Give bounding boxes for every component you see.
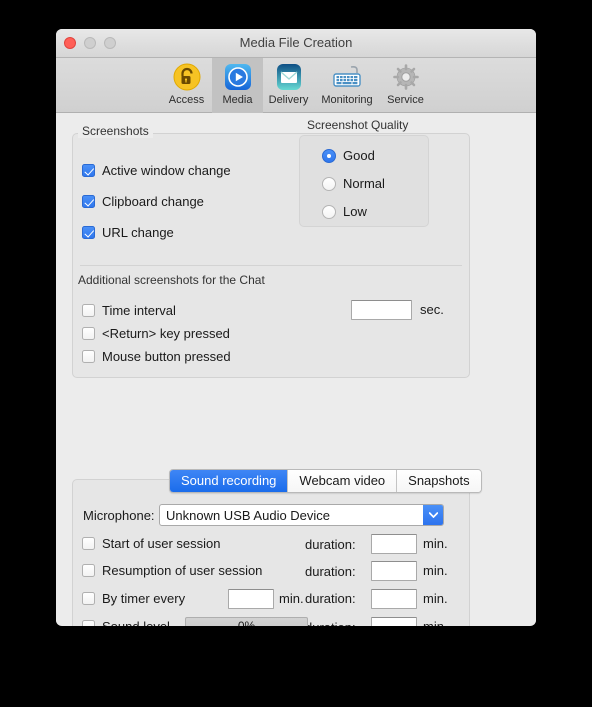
checkbox-box — [82, 327, 95, 340]
sound-level-meter: 0% — [185, 617, 308, 626]
radio-circle — [322, 148, 336, 163]
checkbox-time-interval[interactable]: Time interval — [82, 303, 176, 318]
checkbox-url-change[interactable]: URL change — [82, 225, 174, 240]
radio-label: Low — [343, 204, 367, 219]
duration-input-resumption[interactable] — [371, 561, 417, 581]
screenshots-group-label: Screenshots — [78, 124, 153, 138]
checkbox-box — [82, 350, 95, 363]
checkbox-label: By timer every — [102, 591, 186, 606]
preferences-window: Media File Creation Access Media Deliver… — [56, 29, 536, 626]
toolbar-item-delivery[interactable]: Delivery — [263, 58, 314, 106]
duration-label-3: duration: — [305, 591, 356, 606]
tab-snapshots[interactable]: Snapshots — [396, 470, 481, 492]
duration-unit-1: min. — [423, 536, 448, 551]
checkbox-clipboard-change[interactable]: Clipboard change — [82, 194, 204, 209]
checkbox-box — [82, 564, 95, 577]
duration-input-timer[interactable] — [371, 589, 417, 609]
quality-group-label: Screenshot Quality — [307, 118, 409, 132]
time-interval-unit: sec. — [420, 302, 444, 317]
checkbox-box — [82, 164, 95, 177]
checkbox-box — [82, 304, 95, 317]
radio-normal[interactable]: Normal — [322, 176, 385, 191]
toolbar-label-media: Media — [222, 94, 253, 106]
duration-unit-3: min. — [423, 591, 448, 606]
checkbox-label: Clipboard change — [102, 194, 204, 209]
checkbox-label: Mouse button pressed — [102, 349, 231, 364]
checkbox-label: Start of user session — [102, 536, 221, 551]
checkbox-return-key-pressed[interactable]: <Return> key pressed — [82, 326, 230, 341]
toolbar-item-media[interactable]: Media — [212, 58, 263, 113]
toolbar-label-service: Service — [387, 94, 424, 106]
radio-circle — [322, 176, 336, 191]
radio-low[interactable]: Low — [322, 204, 367, 219]
checkbox-box — [82, 592, 95, 605]
lock-open-icon — [161, 61, 212, 92]
checkbox-label: Resumption of user session — [102, 563, 263, 578]
checkbox-label: Time interval — [102, 303, 176, 318]
duration-unit-2: min. — [423, 563, 448, 578]
chevron-down-icon — [423, 505, 443, 525]
keyboard-icon — [314, 61, 380, 92]
duration-input-start-session[interactable] — [371, 534, 417, 554]
microphone-value: Unknown USB Audio Device — [166, 507, 331, 523]
media-tab-bar: Sound recording Webcam video Snapshots — [169, 469, 482, 493]
checkbox-sound-level[interactable]: Sound level — [82, 619, 170, 626]
checkbox-box — [82, 195, 95, 208]
toolbar-label-delivery: Delivery — [268, 94, 309, 106]
radio-label: Good — [343, 148, 375, 163]
timer-interval-input[interactable] — [228, 589, 274, 609]
toolbar-item-service[interactable]: Service — [380, 58, 431, 106]
toolbar-label-access: Access — [168, 94, 205, 106]
tab-webcam-video[interactable]: Webcam video — [287, 470, 397, 492]
checkbox-box — [82, 620, 95, 626]
quality-group-box: Good Normal Low — [299, 135, 429, 227]
radio-label: Normal — [343, 176, 385, 191]
duration-label-1: duration: — [305, 537, 356, 552]
time-interval-input[interactable] — [351, 300, 412, 320]
toolbar-label-monitoring: Monitoring — [321, 94, 373, 106]
toolbar-item-access[interactable]: Access — [161, 58, 212, 106]
window-title: Media File Creation — [239, 35, 353, 50]
radio-circle — [322, 204, 336, 219]
checkbox-mouse-button-pressed[interactable]: Mouse button pressed — [82, 349, 231, 364]
checkbox-label: <Return> key pressed — [102, 326, 230, 341]
checkbox-box — [82, 537, 95, 550]
microphone-select[interactable]: Unknown USB Audio Device — [159, 504, 444, 526]
duration-input-sound-level[interactable] — [371, 617, 417, 626]
play-circle-icon — [212, 61, 263, 92]
checkbox-label: URL change — [102, 225, 174, 240]
toolbar-item-monitoring[interactable]: Monitoring — [314, 58, 380, 106]
toolbar: Access Media Delivery Monitoring Service — [56, 58, 536, 113]
envelope-icon — [263, 61, 314, 92]
title-bar: Media File Creation — [56, 29, 536, 58]
gear-icon — [380, 61, 431, 92]
additional-group-label: Additional screenshots for the Chat — [78, 273, 265, 287]
timer-interval-unit: min. — [279, 591, 304, 606]
duration-unit-4: min. — [423, 619, 448, 626]
checkbox-start-of-user-session[interactable]: Start of user session — [82, 536, 221, 551]
duration-label-2: duration: — [305, 564, 356, 579]
radio-good[interactable]: Good — [322, 148, 375, 163]
duration-label-4: duration: — [305, 620, 356, 626]
checkbox-by-timer-every[interactable]: By timer every — [82, 591, 185, 606]
checkbox-label: Active window change — [102, 163, 231, 178]
checkbox-box — [82, 226, 95, 239]
checkbox-resumption-of-user-session[interactable]: Resumption of user session — [82, 563, 262, 578]
section-divider — [80, 265, 462, 266]
microphone-label: Microphone: — [83, 508, 155, 523]
checkbox-label: Sound level — [102, 619, 170, 626]
content-area: Screenshots Active window change Clipboa… — [56, 113, 536, 626]
checkbox-active-window-change[interactable]: Active window change — [82, 163, 231, 178]
tab-sound-recording[interactable]: Sound recording — [170, 470, 288, 492]
